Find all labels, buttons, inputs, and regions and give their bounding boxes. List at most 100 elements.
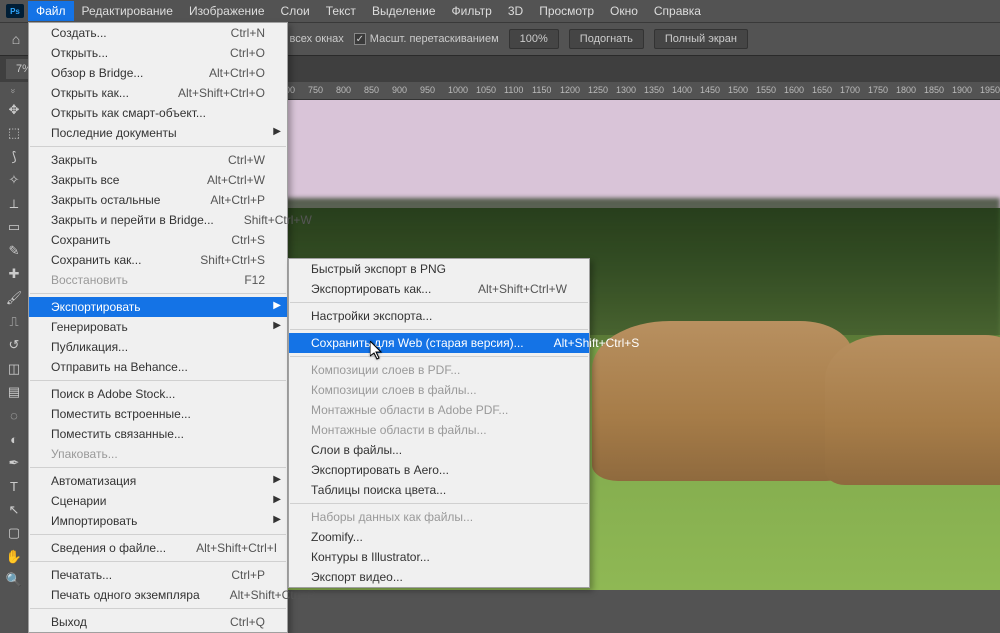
frame-tool[interactable]: ▭ (3, 218, 25, 238)
file-menu-item[interactable]: Сценарии▶ (29, 491, 287, 511)
file-menu-item[interactable]: Обзор в Bridge...Alt+Ctrl+O (29, 63, 287, 83)
menu-item-shortcut: Ctrl+O (230, 46, 265, 60)
zoom-value-field[interactable]: 100% (509, 29, 559, 49)
ruler-tick: 900 (392, 85, 407, 95)
file-menu-item[interactable]: Поместить встроенные... (29, 404, 287, 424)
submenu-arrow-icon: ▶ (273, 320, 281, 331)
zoom-tool[interactable]: 🔍 (3, 571, 25, 591)
eraser-tool[interactable]: ◫ (3, 359, 25, 379)
mouse-cursor-icon (370, 341, 384, 361)
submenu-arrow-icon: ▶ (273, 300, 281, 311)
menu-item-shortcut: Shift+Ctrl+S (200, 253, 265, 267)
wand-tool[interactable]: ✧ (3, 171, 25, 191)
lasso-tool[interactable]: ⟆ (3, 147, 25, 167)
file-menu-item[interactable]: Поиск в Adobe Stock... (29, 384, 287, 404)
export-menu-item[interactable]: Настройки экспорта... (289, 306, 589, 326)
blur-tool[interactable]: ◌ (3, 406, 25, 426)
gradient-tool[interactable]: ▤ (3, 382, 25, 402)
export-menu-item[interactable]: Быстрый экспорт в PNG (289, 259, 589, 279)
file-menu-item[interactable]: Поместить связанные... (29, 424, 287, 444)
file-menu-item[interactable]: СохранитьCtrl+S (29, 230, 287, 250)
fullscreen-button[interactable]: Полный экран (654, 29, 748, 49)
menu-item-label: Закрыть все (51, 173, 119, 187)
file-menu-item[interactable]: Создать...Ctrl+N (29, 23, 287, 43)
file-menu-item: Упаковать... (29, 444, 287, 464)
menu-item-shortcut: Ctrl+W (228, 153, 265, 167)
file-menu-item[interactable]: Печать одного экземпляраAlt+Shift+Ctrl+P (29, 585, 287, 605)
export-menu-item[interactable]: Таблицы поиска цвета... (289, 480, 589, 500)
menu-item-shortcut: Ctrl+Q (230, 615, 265, 629)
separator (290, 329, 588, 330)
menu-изображение[interactable]: Изображение (181, 1, 273, 21)
menu-item-label: Контуры в Illustrator... (311, 550, 430, 564)
scrubby-zoom-checkbox[interactable]: ✓Масшт. перетаскиванием (354, 33, 499, 45)
menu-текст[interactable]: Текст (318, 1, 364, 21)
file-menu-item[interactable]: Закрыть всеAlt+Ctrl+W (29, 170, 287, 190)
menu-выделение[interactable]: Выделение (364, 1, 444, 21)
menu-item-label: Монтажные области в файлы... (311, 423, 487, 437)
separator (290, 356, 588, 357)
rect-tool[interactable]: ▢ (3, 524, 25, 544)
file-menu-item[interactable]: Сведения о файле...Alt+Shift+Ctrl+I (29, 538, 287, 558)
crop-tool[interactable]: ⟂ (3, 194, 25, 214)
menu-item-label: Сохранить для Web (старая версия)... (311, 336, 524, 350)
eyedropper-tool[interactable]: ✎ (3, 241, 25, 261)
file-menu-item[interactable]: Сохранить как...Shift+Ctrl+S (29, 250, 287, 270)
pen-tool[interactable]: ✒ (3, 453, 25, 473)
file-menu-item[interactable]: Генерировать ▶ (29, 317, 287, 337)
brush-tool[interactable]: 🖌 (3, 288, 25, 308)
history-tool[interactable]: ↺ (3, 335, 25, 355)
dodge-tool[interactable]: ◐ (3, 429, 25, 449)
menu-item-label: Экспортировать в Aero... (311, 463, 449, 477)
file-menu-item[interactable]: Последние документы▶ (29, 123, 287, 143)
home-icon[interactable]: ⌂ (6, 29, 26, 49)
file-menu-item[interactable]: Публикация... (29, 337, 287, 357)
file-menu-item[interactable]: Экспортировать▶ (29, 297, 287, 317)
stamp-tool[interactable]: ⎍ (3, 312, 25, 332)
file-menu-item[interactable]: Открыть...Ctrl+O (29, 43, 287, 63)
menu-item-shortcut: Alt+Shift+Ctrl+O (178, 86, 265, 100)
menu-item-label: Генерировать (51, 320, 128, 334)
type-tool[interactable]: T (3, 477, 25, 497)
marquee-tool[interactable]: ⬚ (3, 124, 25, 144)
file-menu-item[interactable]: Открыть как...Alt+Shift+Ctrl+O (29, 83, 287, 103)
export-menu-item[interactable]: Слои в файлы... (289, 440, 589, 460)
file-menu-item[interactable]: Закрыть и перейти в Bridge...Shift+Ctrl+… (29, 210, 287, 230)
export-menu-item[interactable]: Экспортировать в Aero... (289, 460, 589, 480)
file-menu-item[interactable]: Открыть как смарт-объект... (29, 103, 287, 123)
menu-справка[interactable]: Справка (646, 1, 709, 21)
file-menu-item[interactable]: Автоматизация▶ (29, 471, 287, 491)
menu-редактирование[interactable]: Редактирование (74, 1, 181, 21)
menu-слои[interactable]: Слои (273, 1, 318, 21)
menu-файл[interactable]: Файл (28, 1, 74, 21)
file-menu-item[interactable]: ВыходCtrl+Q (29, 612, 287, 632)
file-menu-item[interactable]: ЗакрытьCtrl+W (29, 150, 287, 170)
menu-окно[interactable]: Окно (602, 1, 646, 21)
export-menu-item[interactable]: Сохранить для Web (старая версия)...Alt+… (289, 333, 589, 353)
hand-tool[interactable]: ✋ (3, 547, 25, 567)
ruler-tick: 1900 (952, 85, 972, 95)
file-menu-item[interactable]: Печатать...Ctrl+P (29, 565, 287, 585)
export-menu-item[interactable]: Экспорт видео... (289, 567, 589, 587)
menu-просмотр[interactable]: Просмотр (531, 1, 602, 21)
menu-item-shortcut: F12 (244, 273, 265, 287)
path-tool[interactable]: ↖ (3, 500, 25, 520)
heal-tool[interactable]: ✚ (3, 265, 25, 285)
export-menu-item: Монтажные области в файлы... (289, 420, 589, 440)
export-menu-item[interactable]: Zoomify... (289, 527, 589, 547)
ruler-tick: 1650 (812, 85, 832, 95)
file-menu-item[interactable]: Закрыть остальныеAlt+Ctrl+P (29, 190, 287, 210)
submenu-arrow-icon: ▶ (273, 514, 281, 525)
menu-3d[interactable]: 3D (500, 1, 531, 21)
fit-button[interactable]: Подогнать (569, 29, 644, 49)
export-menu-item[interactable]: Экспортировать как...Alt+Shift+Ctrl+W (289, 279, 589, 299)
menu-фильтр[interactable]: Фильтр (444, 1, 500, 21)
file-menu-item[interactable]: Импортировать▶ (29, 511, 287, 531)
ruler-tick: 1800 (896, 85, 916, 95)
menu-item-label: Восстановить (51, 273, 128, 287)
export-menu-item[interactable]: Контуры в Illustrator... (289, 547, 589, 567)
menu-item-label: Сохранить (51, 233, 111, 247)
move-tool[interactable]: ✥ (3, 100, 25, 120)
file-menu-item[interactable]: Отправить на Behance... (29, 357, 287, 377)
ruler-tick: 1550 (756, 85, 776, 95)
